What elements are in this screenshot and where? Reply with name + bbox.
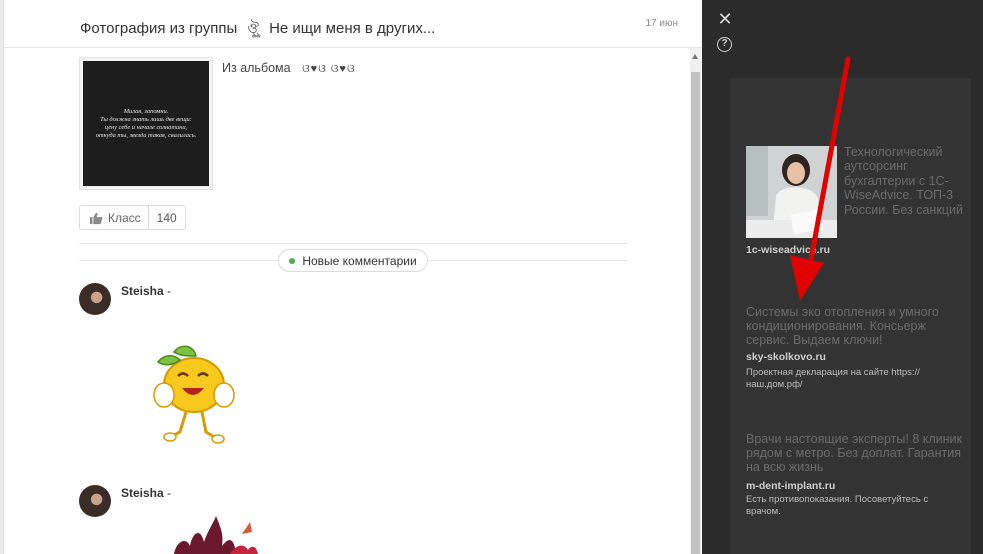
- author-name[interactable]: Steisha: [121, 486, 164, 500]
- photo-modal: Фотография из группы ঔৣ Не ищи меня в др…: [4, 0, 702, 554]
- new-indicator-dot: [289, 257, 296, 264]
- ad-title[interactable]: Технологический аутсорсинг бухгалтерии с…: [844, 145, 966, 217]
- new-comments-badge: Новые комментарии: [278, 249, 428, 272]
- author-name[interactable]: Steisha: [121, 284, 164, 298]
- scroll-up-arrow-icon[interactable]: [692, 54, 698, 59]
- album-info: Из альбома ଓ♥ଓ ଓ♥ଓ: [222, 61, 356, 76]
- new-comments-label: Новые комментарии: [302, 253, 417, 268]
- avatar[interactable]: [79, 283, 111, 315]
- album-name-link[interactable]: ଓ♥ଓ ଓ♥ଓ: [302, 63, 355, 75]
- red-arrow-annotation: [790, 56, 851, 301]
- modal-header: Фотография из группы ঔৣ Не ищи меня в др…: [4, 0, 702, 48]
- title-prefix: Фотография из группы: [80, 20, 238, 37]
- thumbs-up-icon: [89, 212, 103, 224]
- photo-thumbnail[interactable]: Милая, запомни. Ты должна знать лишь две…: [80, 58, 212, 189]
- help-icon[interactable]: ?: [717, 37, 732, 52]
- ad-title[interactable]: Врачи настоящие эксперты! 8 клиник рядом…: [746, 432, 964, 475]
- class-divider: [147, 205, 149, 230]
- ad-description: Есть противопоказания. Посоветуйтесь с в…: [746, 494, 929, 517]
- ad-domain[interactable]: sky-skolkovo.ru: [746, 351, 826, 363]
- class-like-button[interactable]: Класс 140: [79, 205, 186, 230]
- album-label: Из альбома: [222, 61, 291, 75]
- group-name-link[interactable]: Не ищи меня в других...: [269, 20, 435, 37]
- ad-title[interactable]: Системы эко отопления и умного кондицион…: [746, 305, 964, 348]
- close-icon[interactable]: ✕: [717, 10, 733, 28]
- scrollbar-thumb[interactable]: [691, 72, 700, 554]
- scrollbar[interactable]: [690, 48, 701, 554]
- post-date: 17 июн: [645, 18, 678, 29]
- class-count[interactable]: 140: [157, 211, 177, 225]
- modal-title: Фотография из группы ঔৣ Не ищи меня в др…: [80, 17, 435, 41]
- ad-description: Проектная декларация на сайте https://на…: [746, 367, 920, 390]
- comment-author: Steisha -: [121, 486, 171, 500]
- author-suffix: -: [167, 284, 172, 298]
- avatar[interactable]: [79, 485, 111, 517]
- flame-sticker: [174, 516, 258, 554]
- author-suffix: -: [167, 486, 172, 500]
- class-label: Класс: [108, 210, 141, 225]
- ad-domain[interactable]: m-dent-implant.ru: [746, 480, 835, 492]
- lemon-sticker: [153, 345, 235, 444]
- group-ornament: ঔৣ: [247, 20, 259, 36]
- photo-caption-text: Милая, запомни. Ты должна знать лишь две…: [95, 107, 197, 139]
- comment-author: Steisha -: [121, 284, 171, 298]
- divider: [79, 243, 627, 244]
